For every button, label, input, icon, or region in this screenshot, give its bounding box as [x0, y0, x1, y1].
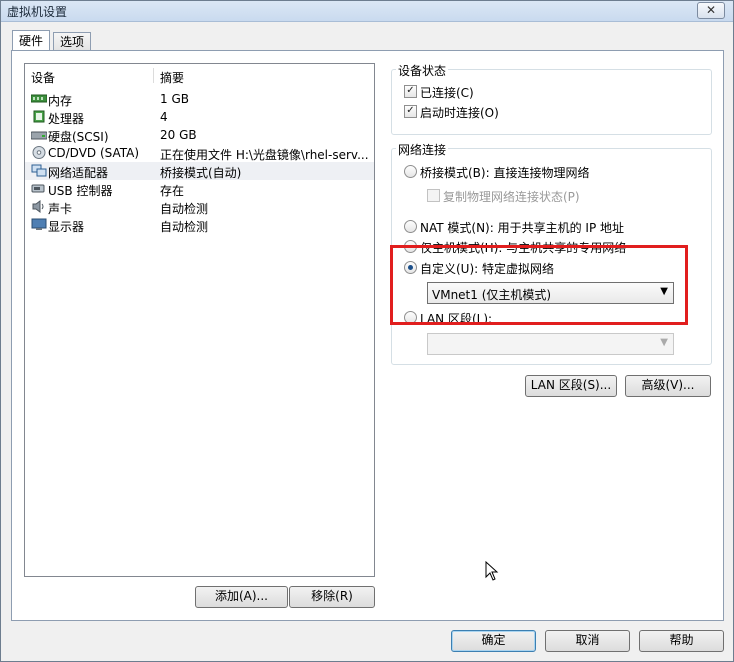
- advanced-button[interactable]: 高级(V)...: [625, 375, 711, 397]
- memory-icon: [31, 94, 47, 103]
- connected-label[interactable]: 已连接(C): [420, 84, 474, 101]
- usb-icon: [31, 184, 45, 193]
- title-bar: 虚拟机设置 ✕: [1, 1, 733, 22]
- chevron-down-icon: ▼: [660, 337, 668, 348]
- device-summary: 4: [160, 110, 168, 124]
- help-button[interactable]: 帮助: [639, 630, 724, 652]
- mouse-cursor-icon: [485, 561, 499, 581]
- device-name: 声卡: [48, 202, 73, 216]
- column-separator[interactable]: [153, 68, 154, 83]
- connect-on-start-checkbox[interactable]: ✓: [404, 105, 417, 118]
- device-row-sound-card[interactable]: 声卡 自动检测: [25, 198, 374, 216]
- processor-icon: [33, 110, 45, 123]
- device-name: 处理器: [48, 112, 85, 126]
- device-name: 网络适配器: [48, 166, 109, 180]
- device-name: 显示器: [48, 220, 85, 234]
- add-button[interactable]: 添加(A)...: [195, 586, 288, 608]
- device-summary: 存在: [160, 184, 185, 198]
- window-title: 虚拟机设置: [7, 5, 68, 19]
- nat-label[interactable]: NAT 模式(N): 用于共享主机的 IP 地址: [420, 219, 624, 236]
- device-summary: 正在使用文件 H:\光盘镜像\rhel-serv...: [160, 148, 369, 162]
- device-status-group: 设备状态: [391, 62, 712, 135]
- cd-dvd-icon: [32, 146, 46, 159]
- device-summary: 自动检测: [160, 202, 209, 216]
- nat-radio[interactable]: [404, 220, 417, 233]
- ok-button[interactable]: 确定: [451, 630, 536, 652]
- device-status-label: 设备状态: [396, 62, 449, 79]
- device-row-hard-disk[interactable]: 硬盘(SCSI) 20 GB: [25, 126, 374, 144]
- network-adapter-icon: [31, 164, 47, 177]
- device-row-cd-dvd[interactable]: CD/DVD (SATA) 正在使用文件 H:\光盘镜像\rhel-serv..…: [25, 144, 374, 162]
- device-row-display[interactable]: 显示器 自动检测: [25, 216, 374, 234]
- lan-segment-select[interactable]: ▼: [427, 333, 674, 355]
- device-summary: 桥接模式(自动): [160, 166, 242, 180]
- device-name: 硬盘(SCSI): [48, 130, 109, 144]
- device-list: 设备 摘要 内存 1 GB 处理器 4 硬盘(SCSI) 20 GB CD/DV…: [24, 63, 375, 577]
- bridged-label[interactable]: 桥接模式(B): 直接连接物理网络: [420, 164, 589, 181]
- cancel-button[interactable]: 取消: [545, 630, 630, 652]
- remove-button[interactable]: 移除(R): [289, 586, 375, 608]
- device-column-header[interactable]: 设备: [31, 69, 55, 86]
- connected-checkbox[interactable]: ✓: [404, 85, 417, 98]
- lan-segments-button[interactable]: LAN 区段(S)...: [525, 375, 617, 397]
- hardware-panel: 设备 摘要 内存 1 GB 处理器 4 硬盘(SCSI) 20 GB CD/DV…: [11, 50, 724, 621]
- replicate-state-checkbox[interactable]: [427, 189, 440, 202]
- replicate-state-label[interactable]: 复制物理网络连接状态(P): [443, 188, 580, 205]
- device-summary: 自动检测: [160, 220, 209, 234]
- device-name: 内存: [48, 94, 73, 108]
- display-icon: [31, 218, 47, 230]
- device-summary: 1 GB: [160, 92, 189, 106]
- tab-hardware[interactable]: 硬件: [12, 30, 51, 51]
- summary-column-header[interactable]: 摘要: [160, 69, 184, 86]
- device-row-memory[interactable]: 内存 1 GB: [25, 90, 374, 108]
- network-connection-label: 网络连接: [396, 141, 449, 158]
- connect-on-start-label[interactable]: 启动时连接(O): [420, 104, 499, 121]
- device-name: CD/DVD (SATA): [48, 146, 140, 160]
- device-summary: 20 GB: [160, 128, 197, 142]
- device-name: USB 控制器: [48, 184, 113, 198]
- vm-settings-window: 虚拟机设置 ✕ 硬件 选项 设备 摘要 内存 1 GB 处理器 4 硬盘(SCS…: [0, 0, 734, 662]
- device-list-header: 设备 摘要: [25, 64, 374, 86]
- hard-disk-icon: [31, 131, 47, 140]
- bridged-radio[interactable]: [404, 165, 417, 178]
- device-row-network-adapter[interactable]: 网络适配器 桥接模式(自动): [25, 162, 374, 180]
- highlight-annotation: [390, 245, 688, 325]
- tab-options[interactable]: 选项: [53, 32, 92, 51]
- device-row-processor[interactable]: 处理器 4: [25, 108, 374, 126]
- close-button[interactable]: ✕: [697, 2, 725, 19]
- sound-card-icon: [32, 200, 44, 213]
- device-row-usb[interactable]: USB 控制器 存在: [25, 180, 374, 198]
